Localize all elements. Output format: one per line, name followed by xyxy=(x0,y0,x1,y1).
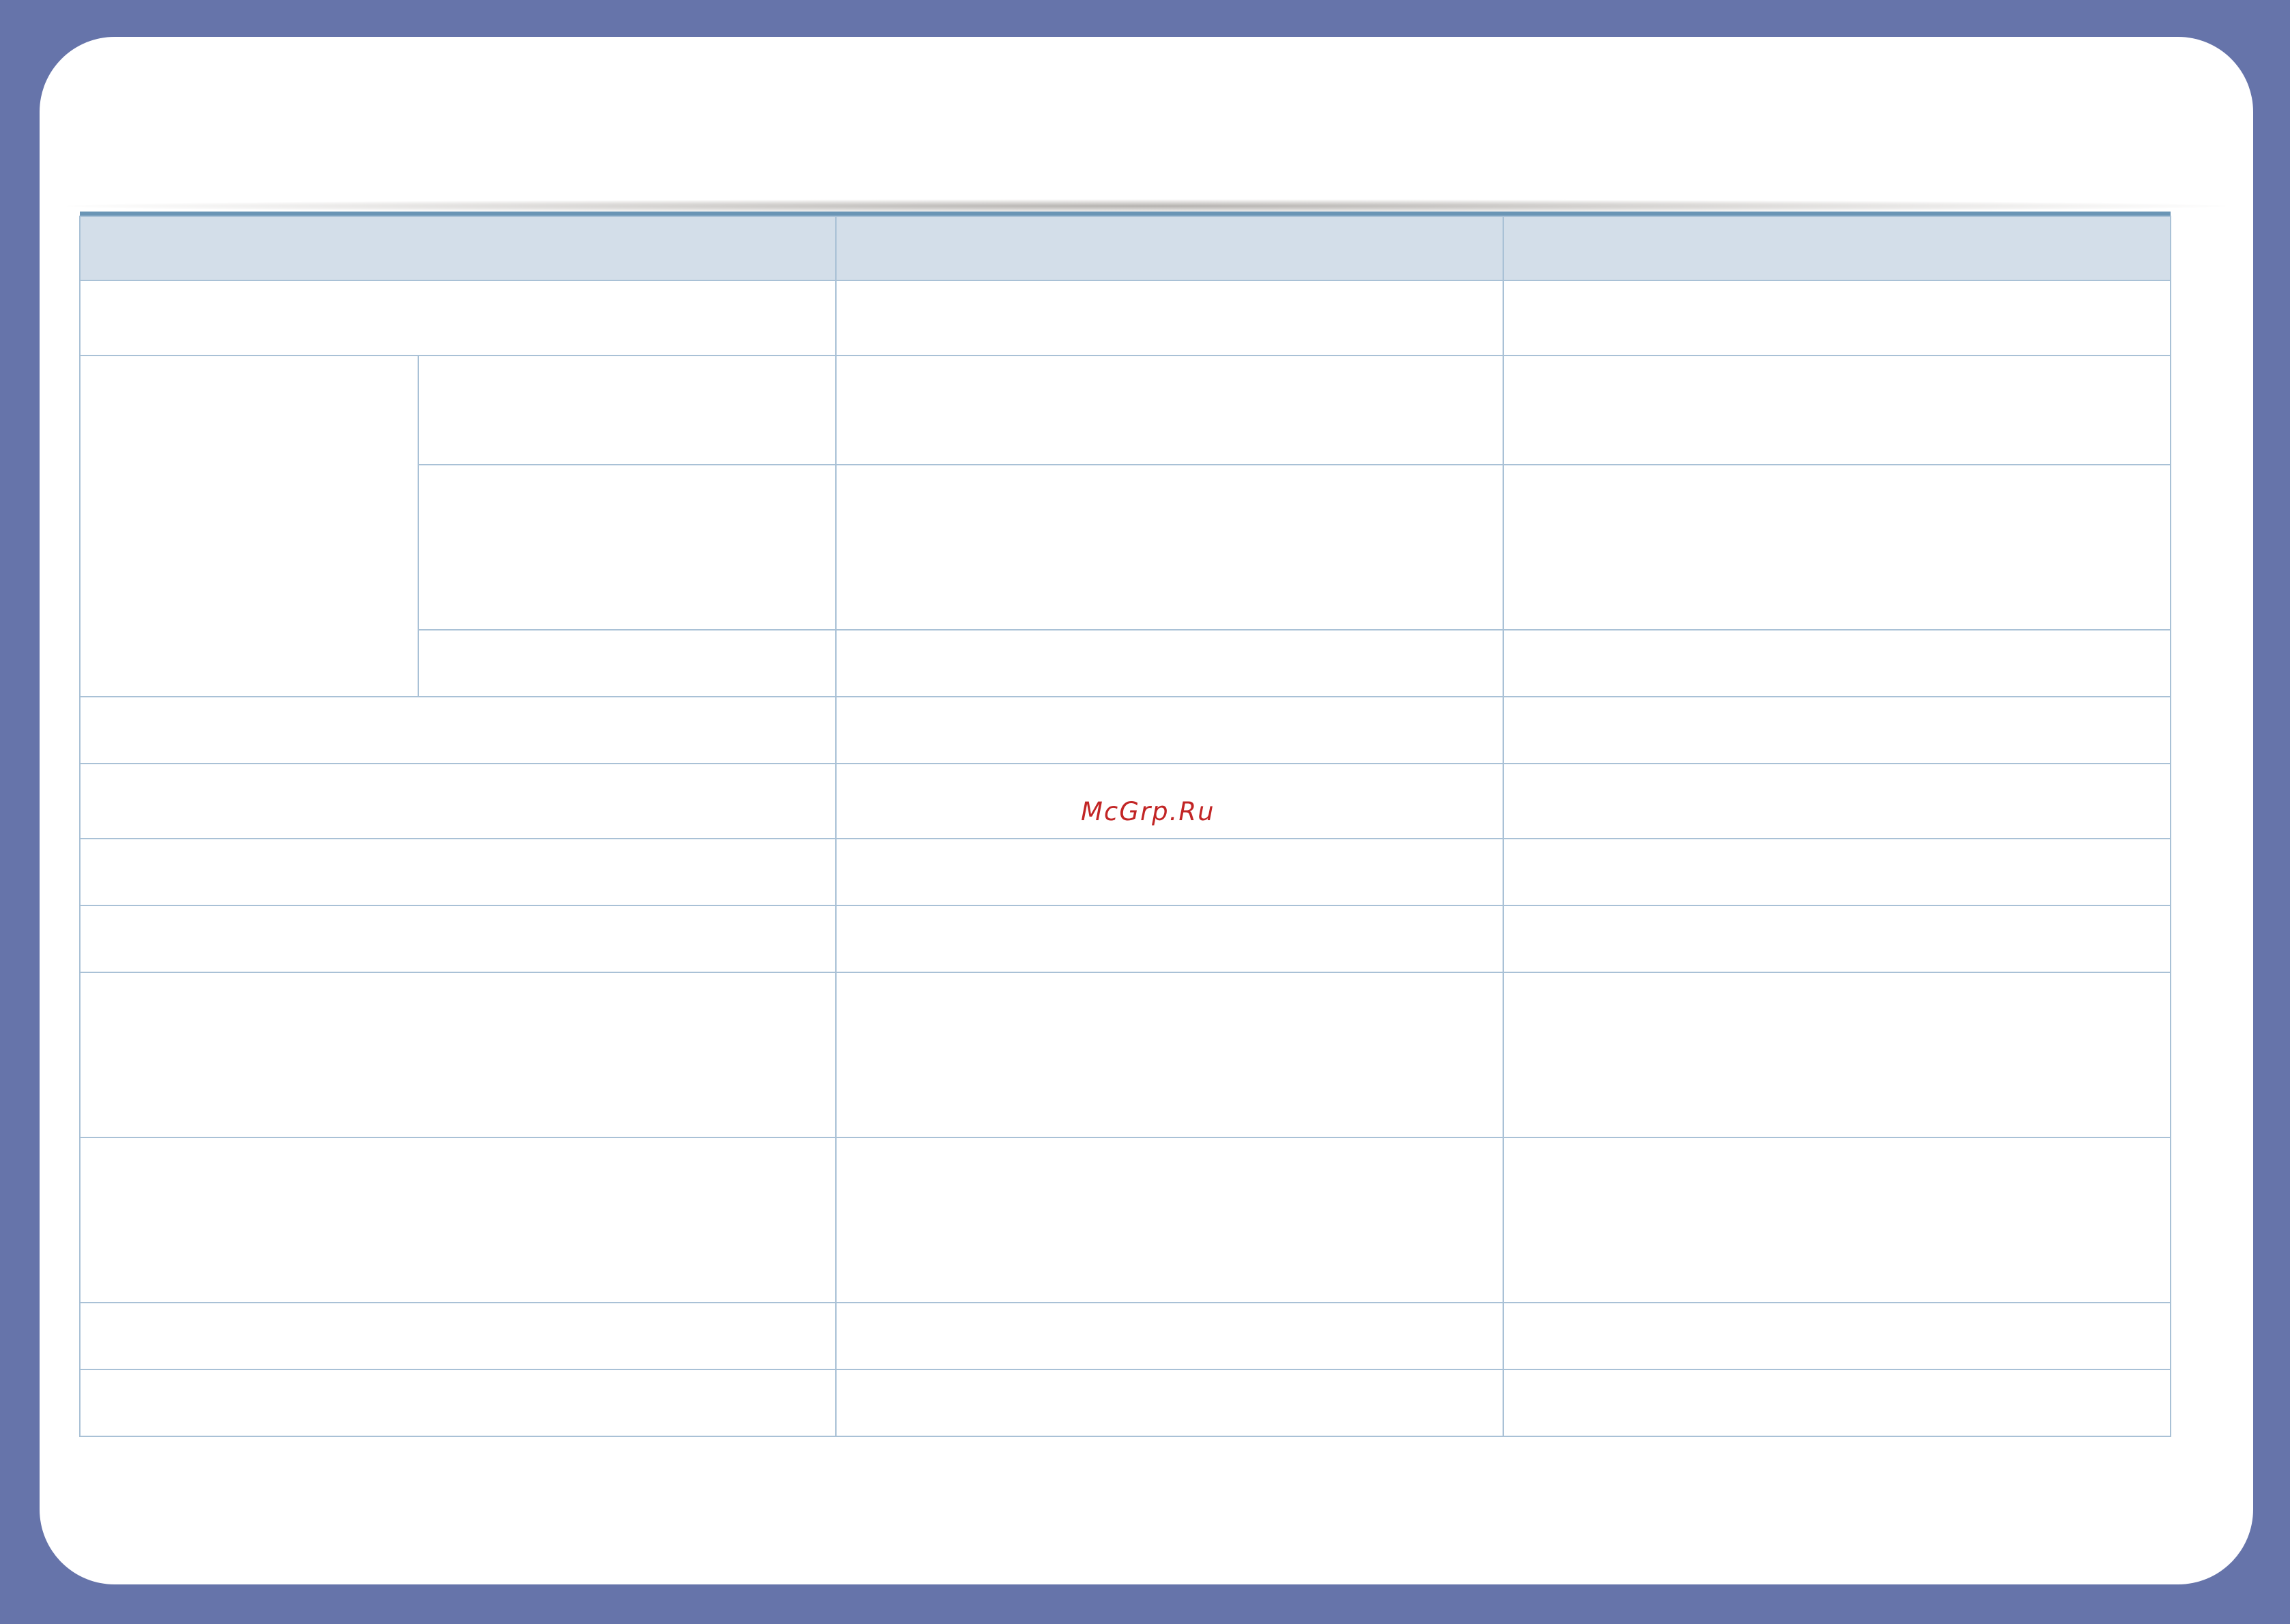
row-label-cell xyxy=(79,1369,837,1437)
header-divider xyxy=(67,199,2226,213)
row-label-cell xyxy=(79,763,837,839)
row-value-cell xyxy=(1503,696,2171,764)
row-value-cell xyxy=(1503,838,2171,906)
row-value-cell xyxy=(835,972,1504,1138)
sub-label-cell xyxy=(418,629,837,697)
row-value-cell xyxy=(1503,355,2171,465)
table-row xyxy=(79,1302,2171,1370)
row-label-cell xyxy=(79,838,837,906)
watermark-text: McGrp.Ru xyxy=(1081,797,1215,826)
table-header-row xyxy=(79,216,2171,281)
row-value-cell xyxy=(835,905,1504,973)
table-row xyxy=(79,1369,2171,1437)
row-label-cell xyxy=(79,696,837,764)
row-value-cell xyxy=(1503,1137,2171,1303)
group-label-cell xyxy=(79,355,419,697)
sub-label-cell xyxy=(418,464,837,630)
table-row xyxy=(79,280,2171,356)
row-value-cell xyxy=(1503,763,2171,839)
row-value-cell xyxy=(835,1137,1504,1303)
row-value-cell xyxy=(1503,464,2171,630)
table-row xyxy=(79,355,2171,697)
row-label-cell xyxy=(79,280,837,356)
row-value-cell xyxy=(1503,629,2171,697)
table-top-rule xyxy=(80,212,2171,216)
row-label-cell xyxy=(79,905,837,973)
table-row xyxy=(79,905,2171,973)
row-value-cell xyxy=(1503,1369,2171,1437)
row-value-cell xyxy=(1503,972,2171,1138)
row-value-cell xyxy=(835,629,1504,697)
table-row xyxy=(79,972,2171,1138)
row-label-cell xyxy=(79,1137,837,1303)
header-cell-3 xyxy=(1503,216,2171,281)
table-row xyxy=(79,1137,2171,1303)
table-row xyxy=(79,838,2171,906)
row-value-cell xyxy=(1503,905,2171,973)
header-cell-1 xyxy=(79,216,837,281)
row-value-cell xyxy=(835,280,1504,356)
row-value-cell xyxy=(835,355,1504,465)
row-value-cell xyxy=(835,696,1504,764)
row-value-cell xyxy=(835,1369,1504,1437)
table-row xyxy=(79,696,2171,764)
row-value-cell xyxy=(835,838,1504,906)
header-cell-2 xyxy=(835,216,1504,281)
row-label-cell xyxy=(79,972,837,1138)
row-value-cell xyxy=(835,464,1504,630)
sub-label-cell xyxy=(418,355,837,465)
row-value-cell xyxy=(835,1302,1504,1370)
row-value-cell xyxy=(1503,280,2171,356)
row-value-cell xyxy=(1503,1302,2171,1370)
row-label-cell xyxy=(79,1302,837,1370)
